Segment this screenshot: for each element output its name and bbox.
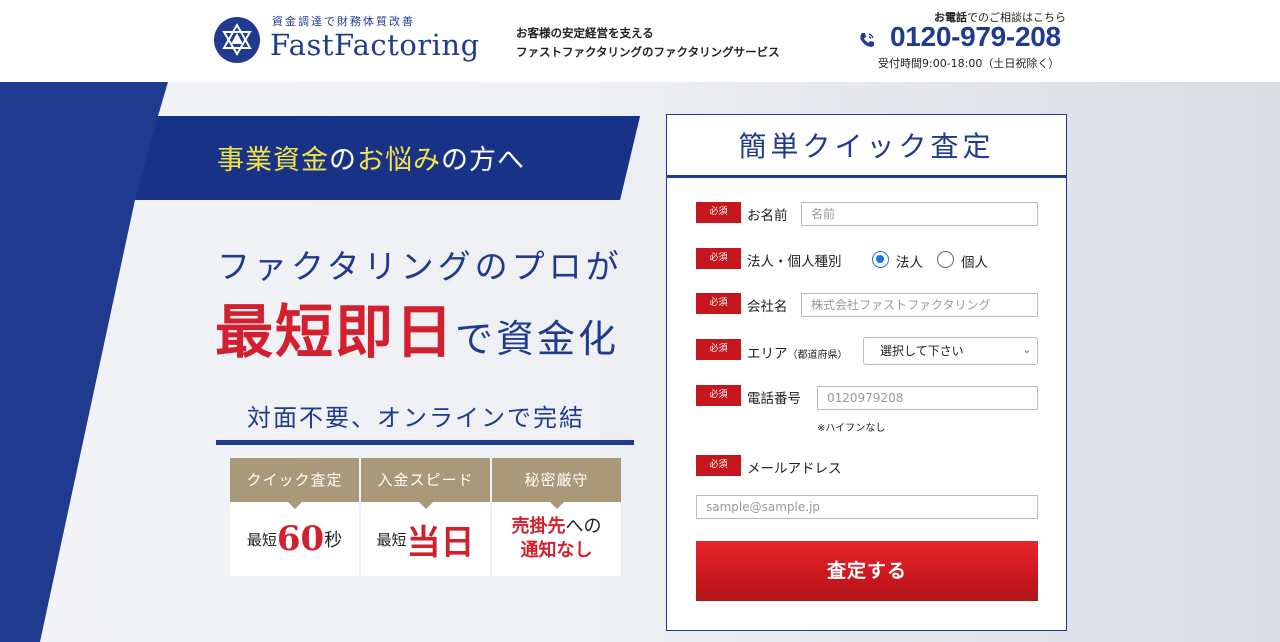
hero-headline-2: 最短即日で資金化 <box>215 285 619 369</box>
feature-line1-end: への <box>565 516 602 537</box>
email-label: メールアドレス <box>747 461 842 477</box>
feature-head: 秘密厳守 <box>492 458 621 509</box>
headline-rest: で資金化 <box>455 317 620 361</box>
logo-mark-icon[interactable] <box>214 17 260 63</box>
submit-button[interactable]: 査定する <box>696 541 1038 601</box>
feature-cards: クイック査定 最短 60 秒 入金スピード 最短 当日 秘密厳守 売掛先への 通知なし <box>230 458 622 576</box>
logo-name[interactable]: FastFactoring <box>270 28 480 62</box>
feature-big: 60 <box>276 519 325 559</box>
header-copy-line1: お客様の安定経営を支える <box>516 26 654 40</box>
area-label-text: エリア <box>747 346 788 362</box>
phone-input[interactable]: 0120979208 <box>817 386 1038 410</box>
feature-small: 最短 <box>246 530 277 549</box>
feature-body: 最短 60 秒 <box>230 502 359 576</box>
subhead-divider <box>216 440 634 445</box>
area-label-small: （都道府県） <box>787 350 848 361</box>
company-input[interactable]: 株式会社ファストファクタリング <box>801 293 1038 317</box>
type-label: 法人・個人種別 <box>747 254 842 270</box>
feature-small: 最短 <box>376 530 407 549</box>
hero-subhead: 対面不要、オンラインで完結 <box>247 404 585 432</box>
required-badge: 必須 <box>696 293 741 314</box>
banner-highlight-2: お悩み <box>357 145 441 176</box>
radio-corporate-label[interactable]: 法人 <box>896 251 923 271</box>
radio-individual-label[interactable]: 個人 <box>961 251 988 271</box>
phone-number-link[interactable]: 0120-979-208 <box>890 21 1061 53</box>
required-badge: 必須 <box>696 202 741 223</box>
feature-body: 売掛先への 通知なし <box>492 502 621 576</box>
hero-section: 事業資金のお悩みの方へ ファクタリングのプロが 最短即日で資金化 対面不要、オン… <box>0 82 1280 642</box>
feature-head: クイック査定 <box>230 458 359 509</box>
feature-card-speed: 入金スピード 最短 当日 <box>361 458 490 576</box>
feature-line2: 通知なし <box>520 540 593 561</box>
hero-headline-1: ファクタリングのプロが <box>217 247 623 286</box>
form-title: 簡単クイック査定 <box>667 115 1066 178</box>
required-badge: 必須 <box>696 385 741 406</box>
feature-body: 最短 当日 <box>361 502 490 576</box>
site-header: 資金調達で財務体質改善 FastFactoring お客様の安定経営を支える フ… <box>0 0 1280 82</box>
logo-tagline: 資金調達で財務体質改善 <box>272 15 415 28</box>
area-select-value: 選択して下さい <box>880 344 964 358</box>
required-badge: 必須 <box>696 455 741 476</box>
feature-big: 当日 <box>406 522 475 563</box>
phone-field-label: 電話番号 <box>747 391 801 407</box>
chevron-down-icon: ⌄ <box>1022 345 1031 356</box>
area-label: エリア（都道府県） <box>747 342 848 362</box>
name-input[interactable]: 名前 <box>801 202 1038 226</box>
required-badge: 必須 <box>696 339 741 360</box>
hero-banner-text: 事業資金のお悩みの方へ <box>217 138 525 177</box>
banner-mid: の <box>329 145 357 176</box>
phone-icon <box>860 33 874 47</box>
feature-suffix: 秒 <box>324 530 343 551</box>
feature-card-quick: クイック査定 最短 60 秒 <box>230 458 359 576</box>
header-copy: お客様の安定経営を支える ファストファクタリングのファクタリングサービス <box>516 24 780 62</box>
hero-background-shapes <box>0 82 640 642</box>
headline-emphasis: 最短即日 <box>215 298 456 366</box>
banner-highlight-1: 事業資金 <box>217 145 329 176</box>
feature-card-secret: 秘密厳守 売掛先への 通知なし <box>492 458 621 576</box>
radio-individual[interactable] <box>937 251 954 268</box>
phone-hours: 受付時間9:00-18:00（土日祝除く） <box>878 57 1060 70</box>
name-label: お名前 <box>747 208 788 224</box>
feature-red-text: 売掛先 <box>511 516 566 537</box>
quick-estimate-form: 簡単クイック査定 必須 お名前 名前 必須 法人・個人種別 法人 個人 必須 会… <box>666 114 1067 631</box>
feature-head: 入金スピード <box>361 458 490 509</box>
required-badge: 必須 <box>696 248 741 269</box>
radio-corporate[interactable] <box>872 251 889 268</box>
email-input[interactable]: sample@sample.jp <box>696 495 1038 519</box>
area-select[interactable]: 選択して下さい ⌄ <box>863 337 1038 365</box>
phone-hint: ※ハイフンなし <box>817 423 886 434</box>
banner-end: の方へ <box>441 145 525 176</box>
company-label: 会社名 <box>747 299 788 315</box>
header-copy-line2: ファストファクタリングのファクタリングサービス <box>516 45 780 59</box>
feature-two-line: 売掛先への 通知なし <box>512 515 602 563</box>
